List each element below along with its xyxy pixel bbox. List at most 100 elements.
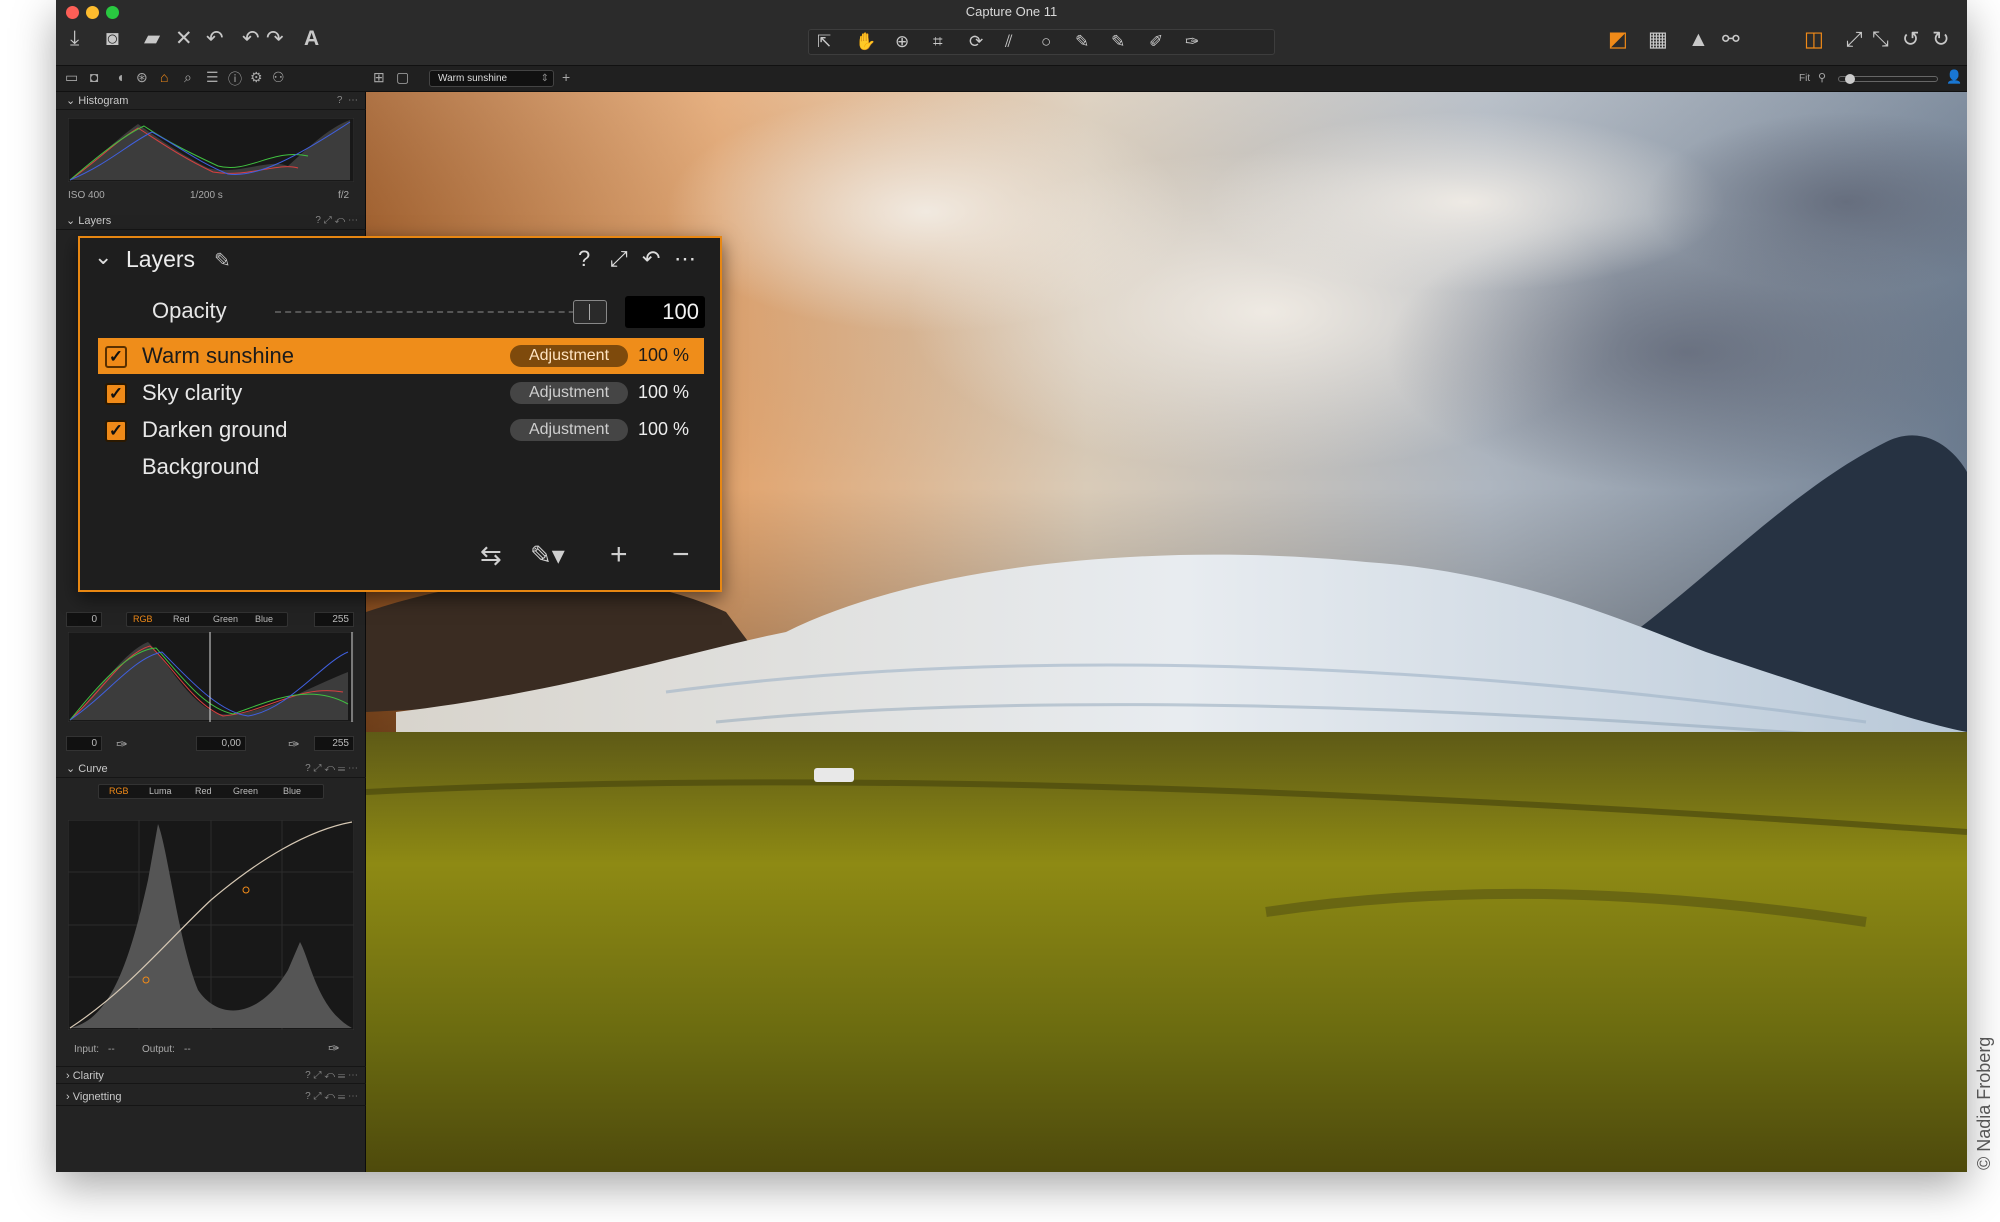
grid-view-icon[interactable]: ⊞ [373, 69, 385, 86]
text-icon[interactable]: A [304, 28, 319, 50]
curve-output-label: Output: [142, 1044, 175, 1055]
layer-row-background[interactable]: Background [98, 449, 704, 485]
layer-settings-icon[interactable]: ⇆ [480, 540, 502, 570]
folder-tab-icon[interactable]: ▭ [65, 69, 78, 86]
crop-tool-icon[interactable]: ⌗ [933, 31, 943, 53]
remove-layer-button[interactable]: − [672, 540, 690, 570]
panel-menu-icons[interactable]: ? ⤢ ↶ ☰ ⋯ [305, 760, 358, 778]
layer-row-darken-ground[interactable]: ✓ Darken ground Adjustment 100 % [98, 412, 704, 448]
curve-tab-green[interactable]: Green [233, 786, 258, 796]
histogram-header[interactable]: ⌄ Histogram ? ⋯ [56, 92, 366, 110]
layer-enable-checkbox[interactable]: ✓ [105, 383, 127, 405]
clarity-header[interactable]: › Clarity ? ⤢ ↶ ☰ ⋯ [56, 1066, 366, 1084]
opacity-value-field[interactable]: 100 [625, 296, 705, 328]
reset-icon[interactable]: ↶ [642, 246, 660, 272]
add-variant-icon[interactable]: + [562, 69, 570, 85]
rotate-left-icon[interactable]: ↺ [1902, 29, 1920, 51]
levels-input-high[interactable]: 255 [314, 612, 354, 627]
panel-menu-icons[interactable]: ? ⤢ ↶ ☰ ⋯ [305, 1067, 358, 1085]
curve-tab-blue[interactable]: Blue [283, 786, 301, 796]
help-icon[interactable]: ? [578, 246, 590, 272]
layer-type-badge: Adjustment [510, 345, 628, 367]
zoom-slider-handle[interactable] [1845, 74, 1855, 84]
fit-label[interactable]: Fit [1799, 73, 1810, 84]
warning-icon[interactable]: ▲ [1688, 29, 1709, 51]
curve-graph[interactable] [68, 820, 354, 1030]
vignetting-header[interactable]: › Vignetting ? ⤢ ↶ ☰ ⋯ [56, 1088, 366, 1106]
exposure-tab-icon[interactable]: ⌂ [160, 69, 168, 85]
grid-icon[interactable]: ▦ [1648, 29, 1668, 51]
capture-tab-icon[interactable]: ◘ [90, 69, 98, 85]
levels-tab-blue[interactable]: Blue [255, 614, 273, 624]
metadata-tab-icon[interactable]: ⓘ [228, 69, 242, 89]
undo-icon[interactable]: ↶ [206, 28, 224, 50]
panel-menu-icons[interactable]: ? ⤢ ↶ ⋯ [315, 212, 358, 230]
color-tab-icon[interactable]: ⊛ [136, 69, 148, 86]
levels-tab-green[interactable]: Green [213, 614, 238, 624]
layer-row-sky-clarity[interactable]: ✓ Sky clarity Adjustment 100 % [98, 375, 704, 411]
import-icon[interactable]: ⤓ [70, 28, 79, 50]
eyedropper-icon[interactable]: ✑ [328, 1040, 340, 1057]
levels-tab-rgb[interactable]: RGB [133, 614, 153, 624]
brush-icon[interactable]: ✎ [214, 248, 231, 273]
window-title: Capture One 11 [965, 4, 1058, 19]
undo-icon[interactable]: ↶ [242, 28, 260, 50]
select-tool-icon[interactable]: ⇱ [817, 31, 831, 53]
layer-row-warm-sunshine[interactable]: ✓ Warm sunshine Adjustment 100 % [98, 338, 704, 374]
zoom-tool-icon[interactable]: ⊕ [895, 31, 909, 53]
title-toolbar: Capture One 11 ⤓ ◙ ▰ ✕ ↶ ↶ ↷ A ⇱ ✋ ⊕ ⌗ ⟳… [56, 0, 1967, 66]
curve-tab-luma[interactable]: Luma [149, 786, 172, 796]
pan-tool-icon[interactable]: ✋ [855, 31, 876, 53]
picker-tool-icon[interactable]: ✑ [1185, 31, 1199, 53]
levels-input-low[interactable]: 0 [66, 612, 102, 627]
spot-tool-icon[interactable]: ○ [1041, 31, 1051, 53]
levels-output-low[interactable]: 0 [66, 736, 102, 751]
details-tab-icon[interactable]: ⌕ [184, 69, 192, 86]
lens-tab-icon[interactable]: ◖ [116, 69, 124, 85]
before-after-icon[interactable]: ◩ [1608, 29, 1628, 51]
opacity-slider-track[interactable] [275, 311, 595, 313]
levels-tab-red[interactable]: Red [173, 614, 190, 624]
rotate-right-icon[interactable]: ↻ [1932, 29, 1950, 51]
rotate-tool-icon[interactable]: ⟳ [969, 31, 983, 53]
panel-menu-icons[interactable]: ? ⋯ [337, 92, 358, 110]
chevron-down-icon[interactable]: ⌄ [94, 244, 112, 270]
camera-icon[interactable]: ◙ [106, 28, 119, 50]
add-layer-button[interactable]: + [610, 540, 628, 570]
brush-tool-icon[interactable]: ✎ [1075, 31, 1089, 53]
curve-title: Curve [78, 763, 108, 775]
delete-icon[interactable]: ✕ [175, 28, 193, 50]
copy-adjustments-icon[interactable]: ⤢ [610, 246, 628, 272]
adjustments-tab-icon[interactable]: ☰ [206, 69, 219, 86]
layer-enable-checkbox[interactable]: ✓ [105, 346, 127, 368]
brush-tool-icon[interactable]: ✎ [1111, 31, 1125, 53]
output-tab-icon[interactable]: ⚙ [250, 69, 263, 86]
keystone-tool-icon[interactable]: ⫽ [1005, 31, 1013, 53]
layers-mini-header[interactable]: ⌄ Layers ? ⤢ ↶ ⋯ [56, 212, 366, 230]
collapse-icon[interactable]: ⤡ [1872, 29, 1889, 51]
eyedropper-icon[interactable]: ✑ [116, 736, 128, 753]
layer-enable-checkbox[interactable]: ✓ [105, 420, 127, 442]
folder-move-icon[interactable]: ▰ [144, 28, 160, 50]
curve-tab-red[interactable]: Red [195, 786, 212, 796]
panel-menu-icons[interactable]: ? ⤢ ↶ ☰ ⋯ [305, 1088, 358, 1106]
stack-icon[interactable]: ◫ [1804, 29, 1824, 51]
erase-tool-icon[interactable]: ✐ [1149, 31, 1163, 53]
draw-mask-icon[interactable]: ✎▾ [530, 540, 565, 570]
eyedropper-icon[interactable]: ✑ [288, 736, 300, 753]
expand-icon[interactable]: ⤢ [1846, 29, 1863, 51]
levels-midpoint[interactable]: 0,00 [196, 736, 246, 751]
redo-icon[interactable]: ↷ [266, 28, 284, 50]
curve-tab-rgb[interactable]: RGB [109, 786, 129, 796]
levels-output-high[interactable]: 255 [314, 736, 354, 751]
zoom-slider[interactable] [1838, 74, 1938, 84]
glasses-icon[interactable]: ⚯ [1722, 29, 1740, 51]
variant-select[interactable]: Warm sunshine ⇕ [429, 70, 554, 87]
layer-type-badge: Adjustment [510, 382, 628, 404]
opacity-slider-handle[interactable] [573, 300, 607, 324]
batch-tab-icon[interactable]: ⚇ [272, 69, 285, 86]
more-options-icon[interactable]: ⋯ [674, 246, 696, 272]
single-view-icon[interactable]: ▢ [396, 69, 409, 86]
levels-graph[interactable] [68, 632, 354, 722]
curve-header[interactable]: ⌄ Curve ? ⤢ ↶ ☰ ⋯ [56, 760, 366, 778]
